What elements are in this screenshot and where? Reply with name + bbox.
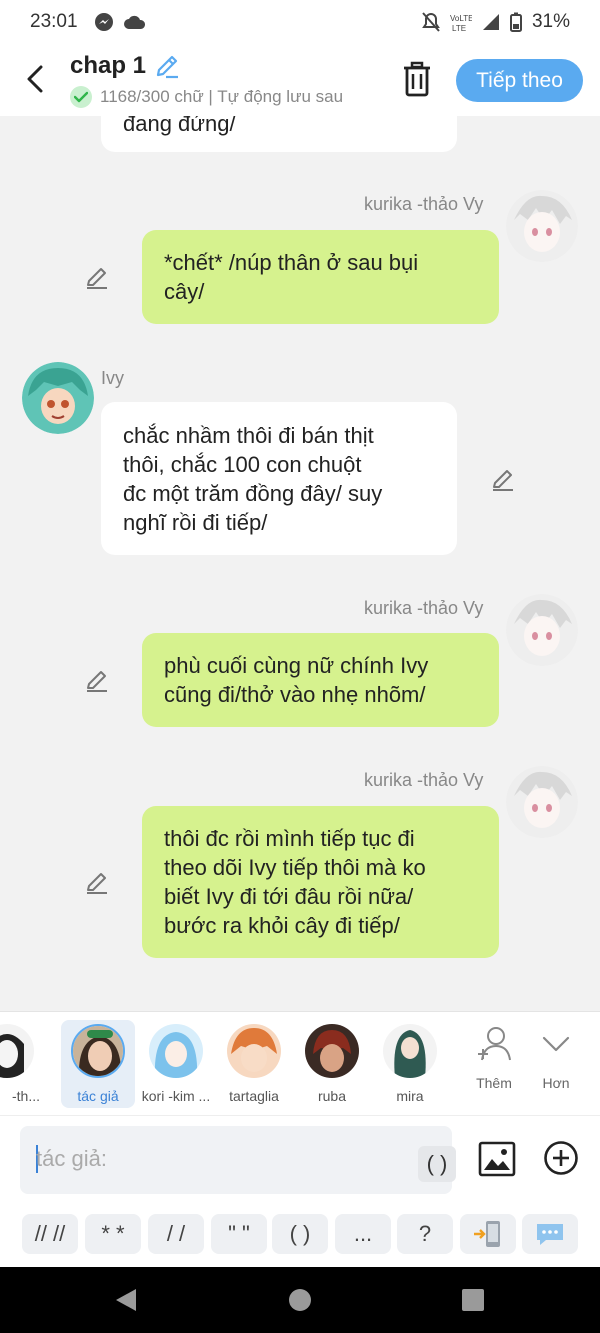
messenger-icon [94, 13, 113, 31]
nav-back-icon[interactable] [114, 1287, 138, 1313]
character-avatar [227, 1024, 281, 1078]
back-arrow-icon [27, 65, 43, 93]
character-item-selected[interactable]: tác giả [61, 1020, 135, 1108]
avatar-ivy[interactable] [22, 362, 94, 434]
battery-percent: 31% [531, 11, 570, 32]
message-bubble[interactable]: *chết* /núp thân ở sau bụi cây/ [142, 230, 499, 324]
next-button[interactable]: Tiếp theo [456, 59, 583, 102]
svg-text:LTE: LTE [452, 24, 466, 32]
signal-icon [482, 14, 499, 30]
chat-area[interactable]: đang đứng/ kurika -thảo Vy *chết* /núp t… [0, 116, 600, 1011]
format-button-quotes[interactable]: " " [211, 1214, 267, 1254]
plus-circle-icon [544, 1141, 578, 1175]
add-button[interactable] [543, 1140, 579, 1176]
character-item[interactable]: kori -kim ... [139, 1020, 213, 1108]
nav-recents-icon[interactable] [461, 1288, 485, 1312]
android-nav-bar [0, 1267, 600, 1333]
chat-bubble-button[interactable] [522, 1214, 578, 1254]
status-bar: 23:01 VoLTE LTE 31% [0, 0, 600, 44]
chevron-down-icon [542, 1036, 570, 1052]
character-item[interactable]: -th... [0, 1020, 44, 1108]
switch-device-button[interactable] [460, 1214, 516, 1254]
speaker-name: Ivy [101, 368, 125, 388]
format-button-asterisk[interactable]: * * [85, 1214, 141, 1254]
header: chap 1 1168/300 chữ | Tự động lưu sau Ti… [0, 44, 600, 116]
input-row: tác giả: ( ) [0, 1115, 600, 1203]
avatar-kurika[interactable] [506, 766, 578, 838]
cloud-icon [123, 15, 145, 29]
chat-bubble-icon [537, 1224, 563, 1245]
edit-message-icon[interactable] [490, 466, 516, 492]
speaker-name: kurika -thảo Vy [364, 598, 484, 618]
character-avatar [305, 1024, 359, 1078]
character-avatar [0, 1024, 34, 1078]
character-avatar [71, 1024, 125, 1078]
insert-image-button[interactable] [478, 1141, 516, 1177]
status-time: 23:01 [30, 11, 78, 32]
character-item[interactable]: tartaglia [217, 1020, 291, 1108]
speaker-name: kurika -thảo Vy [364, 770, 484, 790]
mute-bell-icon [422, 12, 440, 32]
more-button[interactable]: Hơn [528, 1024, 584, 1091]
edit-message-icon[interactable] [84, 264, 110, 290]
input-placeholder: tác giả: [36, 1146, 107, 1171]
edit-title-icon[interactable] [154, 53, 180, 79]
chapter-title[interactable]: chap 1 [70, 52, 146, 80]
character-avatar [149, 1024, 203, 1078]
svg-text:VoLTE: VoLTE [450, 14, 472, 23]
message-bubble-partial[interactable]: đang đứng/ [101, 116, 457, 152]
format-button-question[interactable]: ? [397, 1214, 453, 1254]
speaker-name: kurika -thảo Vy [364, 194, 484, 214]
message-input[interactable]: tác giả: ( ) [20, 1126, 456, 1194]
phone-transfer-icon [474, 1221, 500, 1247]
edit-message-icon[interactable] [84, 869, 110, 895]
avatar-kurika[interactable] [506, 190, 578, 262]
back-button[interactable] [20, 62, 50, 96]
volte-icon: VoLTELTE [450, 14, 472, 32]
message-bubble[interactable]: thôi đc rồi mình tiếp tục đi theo dõi Iv… [142, 806, 499, 958]
delete-button[interactable] [400, 60, 434, 98]
check-icon [70, 86, 92, 108]
character-item[interactable]: ruba [295, 1020, 369, 1108]
format-button-slash[interactable]: / / [148, 1214, 204, 1254]
add-user-icon [478, 1027, 511, 1061]
trash-icon [404, 61, 430, 97]
message-bubble[interactable]: chắc nhầm thôi đi bán thịt thôi, chắc 10… [101, 402, 457, 555]
battery-icon [509, 12, 522, 32]
format-button-double-slash[interactable]: // // [22, 1214, 78, 1254]
word-count-status: 1168/300 chữ | Tự động lưu sau [100, 87, 344, 106]
format-button-paren[interactable]: ( ) [272, 1214, 328, 1254]
add-character-button[interactable]: Thêm [466, 1024, 522, 1091]
message-bubble[interactable]: phù cuối cùng nữ chính Ivy cũng đi/thở v… [142, 633, 499, 727]
format-toolbar: // // * * / / " " ( ) ... ? [0, 1203, 600, 1267]
nav-home-icon[interactable] [288, 1288, 312, 1312]
character-picker: -th... tác giả kori -kim ... tartaglia r… [0, 1011, 600, 1115]
character-item[interactable]: mira [373, 1020, 447, 1108]
avatar-kurika[interactable] [506, 594, 578, 666]
character-avatar [383, 1024, 437, 1078]
format-button-ellipsis[interactable]: ... [335, 1214, 391, 1254]
edit-message-icon[interactable] [84, 667, 110, 693]
image-icon [478, 1141, 516, 1177]
paren-insert-button[interactable]: ( ) [418, 1146, 456, 1182]
